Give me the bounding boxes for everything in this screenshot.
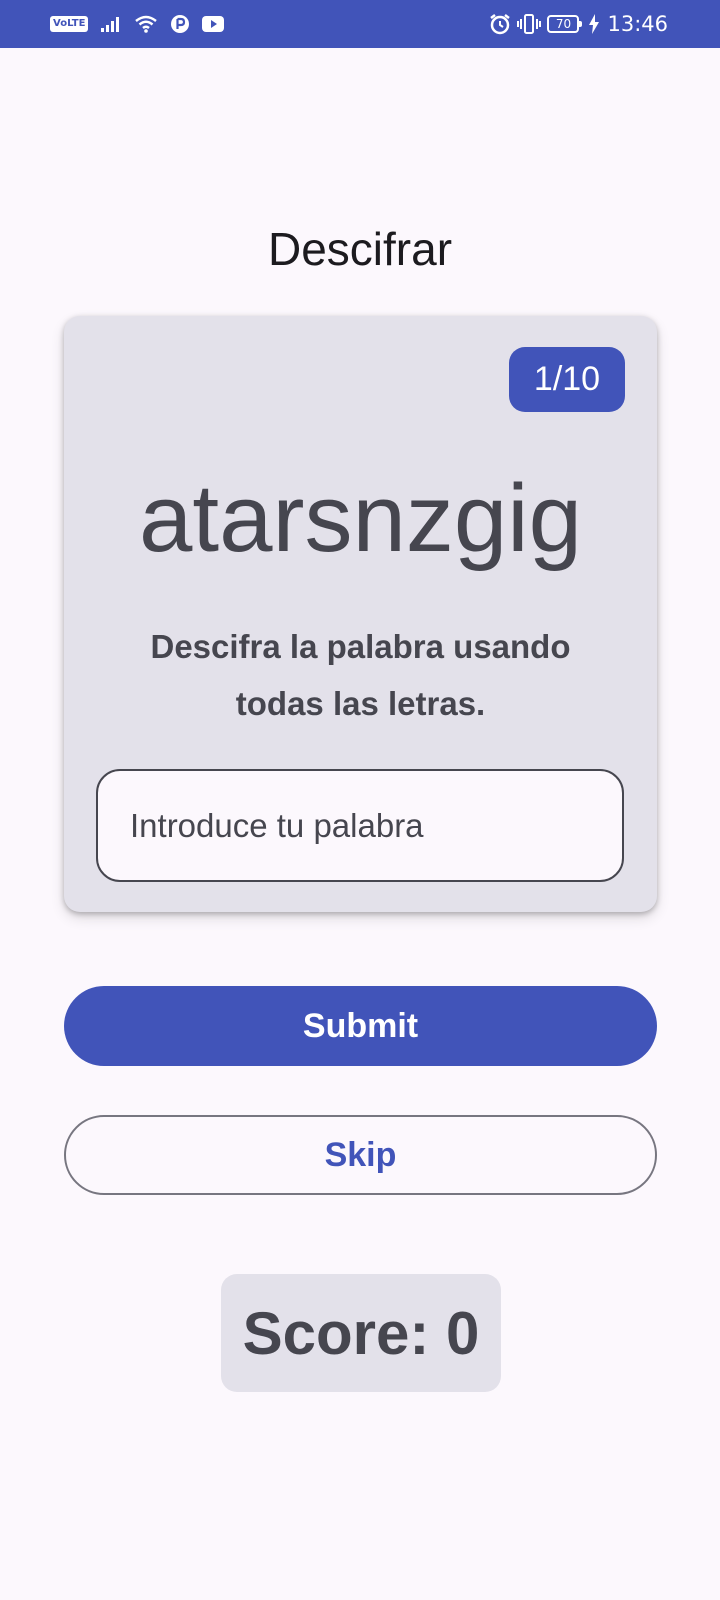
status-bar: VoLTE 70 13:46 [0,0,720,48]
signal-icon [101,17,120,32]
youtube-icon [202,16,225,32]
word-count-badge: 1/10 [509,347,625,412]
submit-button[interactable]: Submit [64,986,657,1066]
guess-input[interactable] [96,769,624,882]
score-display: Score: 0 [221,1274,501,1392]
game-card: 1/10 atarsnzgig Descifra la palabra usan… [64,316,657,912]
alarm-icon [490,14,511,35]
volte-icon: VoLTE [50,16,89,32]
instructions-text: Descifra la palabra usando todas las let… [150,628,571,722]
page-title: Descifrar [267,223,453,275]
skip-button[interactable]: Skip [64,1115,657,1195]
status-bar-right: 70 13:46 [489,10,668,38]
scrambled-word: atarsnzgig [139,465,582,572]
wifi-icon [135,15,158,33]
app-p-icon [171,15,190,33]
charging-icon [589,14,600,34]
status-bar-left: VoLTE [50,12,225,36]
vibrate-icon [517,14,542,34]
battery-icon: 70 [547,15,583,33]
score-text: Score: 0 [242,1299,480,1367]
status-time: 13:46 [607,12,668,36]
